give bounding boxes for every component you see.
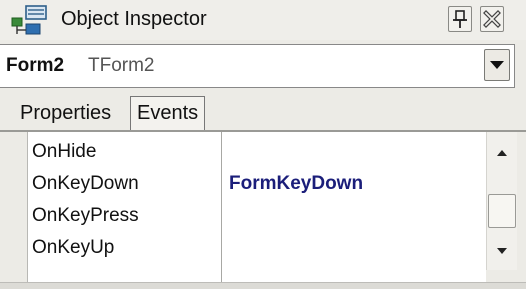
object-inspector-icon <box>11 5 47 35</box>
event-handler[interactable]: FormKeyDown <box>229 173 363 195</box>
component-name: Form2 <box>6 55 65 76</box>
scrollbar-thumb[interactable] <box>488 194 516 228</box>
scroll-up-icon[interactable] <box>487 138 517 166</box>
event-name: OnKeyUp <box>32 237 115 258</box>
event-row-onkeypress[interactable]: OnKeyPress <box>0 198 486 230</box>
close-button[interactable] <box>480 6 504 32</box>
chevron-down-icon <box>490 61 504 69</box>
pin-button[interactable] <box>448 6 472 32</box>
close-icon <box>483 10 501 28</box>
event-name: OnHide <box>32 141 97 162</box>
component-selector[interactable]: Form2 TForm2 <box>0 44 515 88</box>
event-row-onhide[interactable]: OnHide <box>0 134 486 166</box>
tab-events[interactable]: Events <box>130 96 206 132</box>
title-bar: Object Inspector <box>0 0 526 40</box>
tab-properties[interactable]: Properties <box>14 97 118 131</box>
event-row-onkeydown[interactable]: OnKeyDown FormKeyDown <box>0 166 486 198</box>
inspector-tabs: Properties Events <box>0 88 526 132</box>
scroll-down-icon[interactable] <box>487 238 517 266</box>
event-row-onkeyup[interactable]: OnKeyUp <box>0 230 486 262</box>
component-dropdown-button[interactable] <box>484 49 510 81</box>
pin-icon <box>453 10 467 28</box>
vertical-scrollbar[interactable] <box>486 132 517 270</box>
events-grid: OnHide OnKeyDown FormKeyDown OnKeyPress … <box>0 132 486 282</box>
window-title: Object Inspector <box>61 8 207 30</box>
event-name: OnKeyPress <box>32 205 139 226</box>
component-type: TForm2 <box>88 55 155 76</box>
event-name: OnKeyDown <box>32 173 139 194</box>
